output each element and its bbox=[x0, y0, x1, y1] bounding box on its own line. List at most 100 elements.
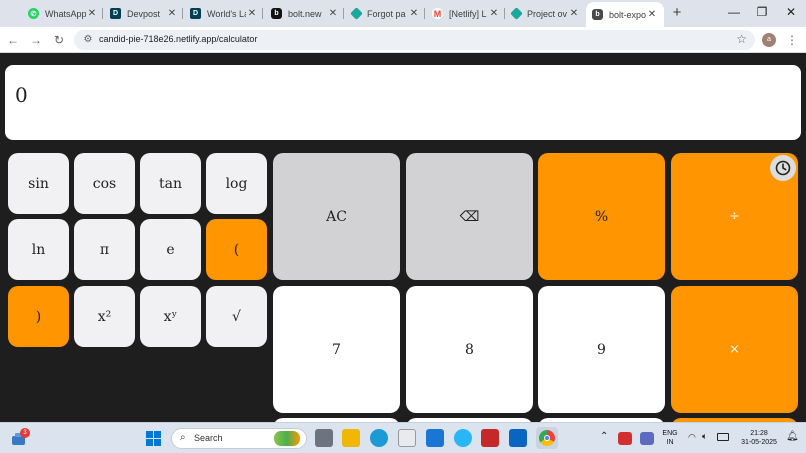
digit-9-key[interactable]: 9 bbox=[538, 286, 665, 413]
tab-bolt-expo[interactable]: b bolt-expo ✕ bbox=[586, 2, 664, 27]
new-tab-button[interactable]: + bbox=[670, 4, 684, 22]
windows-start-icon[interactable] bbox=[146, 431, 164, 449]
whatsapp-icon: ✆ bbox=[28, 8, 39, 19]
chrome-taskbar-button[interactable] bbox=[536, 427, 558, 449]
netlify-icon bbox=[350, 7, 363, 20]
forward-button[interactable]: → bbox=[27, 31, 45, 49]
stocks-app-icon[interactable] bbox=[426, 429, 444, 447]
close-icon[interactable]: ✕ bbox=[86, 8, 98, 19]
tab-netlify-mail[interactable]: M [Netlify] L ✕ bbox=[432, 4, 500, 23]
clock-icon bbox=[775, 160, 791, 176]
tab-whatsapp[interactable]: ✆ WhatsApp ✕ bbox=[28, 4, 98, 23]
settings-app-icon[interactable] bbox=[454, 429, 472, 447]
wifi-icon[interactable]: ◠ bbox=[688, 432, 696, 443]
sqrt-key[interactable]: √ bbox=[206, 286, 267, 347]
open-paren-key[interactable]: ( bbox=[206, 219, 267, 280]
tab-bolt-new[interactable]: b bolt.new ✕ bbox=[271, 4, 339, 23]
tab-label: bolt-expo bbox=[609, 9, 646, 20]
browser-menu-icon[interactable]: ⋮ bbox=[786, 31, 798, 49]
file-explorer-icon[interactable] bbox=[342, 429, 360, 447]
minimize-button[interactable]: — bbox=[724, 3, 744, 21]
bookmark-star-icon[interactable]: ☆ bbox=[736, 32, 747, 46]
tab-divider bbox=[182, 8, 183, 19]
tab-forgot-password[interactable]: Forgot pa ✕ bbox=[350, 4, 420, 23]
gmail-icon: M bbox=[432, 8, 443, 19]
close-icon[interactable]: ✕ bbox=[646, 9, 658, 20]
sin-key[interactable]: sin bbox=[8, 153, 69, 214]
outlook-icon[interactable] bbox=[509, 429, 527, 447]
back-button[interactable]: ← bbox=[4, 31, 22, 49]
close-window-button[interactable]: ✕ bbox=[781, 3, 801, 21]
netlify-icon bbox=[510, 7, 523, 20]
search-icon: ⌕ bbox=[180, 432, 186, 443]
notifications-bell-icon[interactable]: 🔔︎ bbox=[786, 431, 799, 442]
browser-toolbar: ← → ↻ ⚙ candid-pie-718e26.netlify.app/ca… bbox=[0, 27, 806, 53]
power-key[interactable]: xʸ bbox=[140, 286, 201, 347]
tab-divider bbox=[504, 8, 505, 19]
battery-icon[interactable] bbox=[717, 433, 729, 441]
tab-label: bolt.new bbox=[288, 8, 322, 19]
volume-icon[interactable]: 🔈︎ bbox=[702, 431, 707, 442]
devpost-icon: D bbox=[110, 8, 121, 19]
clock-date: 31-05-2025 bbox=[741, 439, 777, 446]
backspace-key[interactable]: ⌫ bbox=[406, 153, 533, 280]
cos-key[interactable]: cos bbox=[74, 153, 135, 214]
tab-project-overview[interactable]: Project ov ✕ bbox=[510, 4, 580, 23]
windows-taskbar: 3 ⌕ Search ⌃ ENG IN ◠ 🔈︎ 21:28 31-05-202… bbox=[0, 422, 806, 453]
euler-key[interactable]: e bbox=[140, 219, 201, 280]
square-key[interactable]: x² bbox=[74, 286, 135, 347]
devpost-icon: D bbox=[190, 8, 201, 19]
multiply-key[interactable]: × bbox=[671, 286, 798, 413]
tab-divider bbox=[262, 8, 263, 19]
search-highlight-icon bbox=[274, 431, 300, 446]
close-paren-key[interactable]: ) bbox=[8, 286, 69, 347]
close-icon[interactable]: ✕ bbox=[166, 8, 178, 19]
address-bar[interactable]: ⚙ candid-pie-718e26.netlify.app/calculat… bbox=[74, 30, 755, 50]
tab-divider bbox=[102, 8, 103, 19]
tab-divider bbox=[424, 8, 425, 19]
taskbar-search[interactable]: ⌕ Search bbox=[171, 428, 307, 449]
close-icon[interactable]: ✕ bbox=[246, 8, 258, 19]
site-info-icon[interactable]: ⚙ bbox=[81, 33, 95, 47]
tab-devpost[interactable]: D Devpost ✕ bbox=[110, 4, 178, 23]
restore-button[interactable]: ❐ bbox=[752, 3, 772, 21]
chevron-up-icon[interactable]: ⌃ bbox=[600, 431, 608, 442]
edge-icon[interactable] bbox=[370, 429, 388, 447]
reload-button[interactable]: ↻ bbox=[50, 31, 68, 49]
percent-key[interactable]: % bbox=[538, 153, 665, 280]
tab-label: WhatsApp bbox=[45, 8, 86, 19]
clock-time: 21:28 bbox=[750, 430, 768, 437]
tab-label: World's La bbox=[207, 8, 246, 19]
bolt-icon: b bbox=[592, 9, 603, 20]
tab-label: Project ov bbox=[527, 8, 568, 19]
close-icon[interactable]: ✕ bbox=[408, 8, 420, 19]
clock[interactable]: 21:28 31-05-2025 bbox=[736, 429, 782, 447]
digit-7-key[interactable]: 7 bbox=[273, 286, 400, 413]
tab-worlds-largest[interactable]: D World's La ✕ bbox=[190, 4, 258, 23]
tray-security-icon[interactable] bbox=[618, 432, 632, 445]
url-text: candid-pie-718e26.netlify.app/calculator bbox=[99, 34, 258, 44]
mcafee-icon[interactable] bbox=[481, 429, 499, 447]
tab-label: Forgot pa bbox=[367, 8, 406, 19]
clear-all-key[interactable]: AC bbox=[273, 153, 400, 280]
store-icon[interactable] bbox=[398, 429, 416, 447]
close-icon[interactable]: ✕ bbox=[488, 8, 500, 19]
browser-tab-strip: ✆ WhatsApp ✕ D Devpost ✕ D World's La ✕ … bbox=[0, 0, 806, 27]
language-indicator[interactable]: ENG IN bbox=[660, 429, 680, 447]
ln-key[interactable]: ln bbox=[8, 219, 69, 280]
notification-badge: 3 bbox=[20, 428, 30, 438]
pi-key[interactable]: π bbox=[74, 219, 135, 280]
profile-avatar[interactable]: a bbox=[762, 33, 776, 47]
task-view-icon[interactable] bbox=[315, 429, 333, 447]
tan-key[interactable]: tan bbox=[140, 153, 201, 214]
log-key[interactable]: log bbox=[206, 153, 267, 214]
tab-label: Devpost bbox=[127, 8, 161, 19]
bolt-icon: b bbox=[271, 8, 282, 19]
history-button[interactable] bbox=[770, 155, 796, 181]
tab-divider bbox=[343, 8, 344, 19]
close-icon[interactable]: ✕ bbox=[568, 8, 580, 19]
tray-app-icon[interactable] bbox=[640, 432, 654, 445]
digit-8-key[interactable]: 8 bbox=[406, 286, 533, 413]
calculator-display: 0 bbox=[5, 65, 801, 140]
close-icon[interactable]: ✕ bbox=[327, 8, 339, 19]
